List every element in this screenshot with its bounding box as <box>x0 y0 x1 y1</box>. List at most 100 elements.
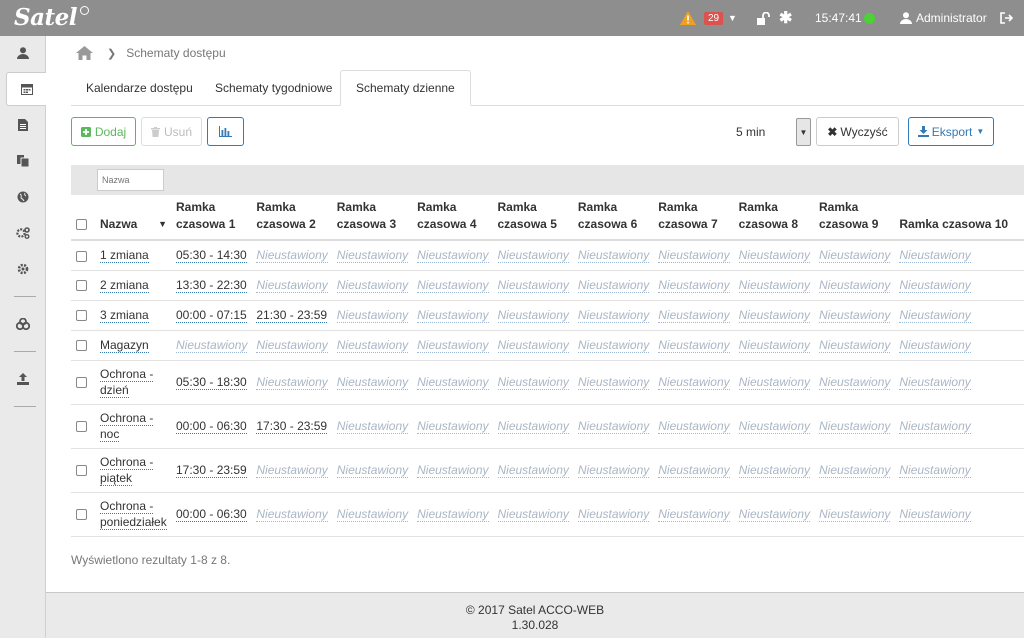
delete-button[interactable]: Usuń <box>141 117 202 146</box>
column-header-frame-5[interactable]: Ramka czasowa 5 <box>492 196 573 241</box>
time-frame-value[interactable]: Nieustawiony <box>336 507 409 522</box>
table-row[interactable]: Ochrona - poniedziałek 00:00 - 06:30 Nieus… <box>71 492 1024 537</box>
time-frame-value[interactable]: Nieustawiony <box>899 375 971 390</box>
time-frame-value[interactable]: 05:30 - 14:30 <box>176 248 247 264</box>
time-frame-value[interactable]: Nieustawiony <box>336 375 409 390</box>
refresh-interval-dropdown[interactable]: ▼ <box>796 118 811 146</box>
time-frame-value[interactable]: 00:00 - 07:15 <box>176 308 247 323</box>
time-frame-value[interactable]: Nieustawiony <box>899 419 971 434</box>
time-frame-value[interactable]: 17:30 - 23:59 <box>256 419 328 434</box>
time-frame-value[interactable]: Nieustawiony <box>256 338 328 353</box>
table-row[interactable]: 1 zmiana 05:30 - 14:30 Nieustawiony Nieusta… <box>71 240 1024 271</box>
time-frame-value[interactable]: 00:00 - 06:30 <box>176 419 247 434</box>
time-frame-value[interactable]: Nieustawiony <box>256 248 328 264</box>
warning-icon[interactable] <box>680 0 696 36</box>
time-frame-value[interactable]: Nieustawiony <box>738 308 810 323</box>
table-row[interactable]: Ochrona - noc 00:00 - 06:30 17:30 - 23:59 N… <box>71 404 1024 449</box>
time-frame-value[interactable]: Nieustawiony <box>738 419 810 434</box>
time-frame-value[interactable]: Nieustawiony <box>899 308 971 323</box>
time-frame-value[interactable]: Nieustawiony <box>256 507 328 522</box>
schedule-name-link[interactable]: 2 zmiana <box>100 278 149 293</box>
table-row[interactable]: 2 zmiana 13:30 - 22:30 Nieustawiony Nieusta… <box>71 270 1024 301</box>
time-frame-value[interactable]: Nieustawiony <box>819 419 891 434</box>
time-frame-value[interactable]: Nieustawiony <box>256 463 328 478</box>
home-icon[interactable] <box>76 46 93 60</box>
time-frame-value[interactable]: Nieustawiony <box>577 419 650 434</box>
tab-daily-schedules[interactable]: Schematy dzienne <box>340 70 471 106</box>
column-header-frame-8[interactable]: Ramka czasowa 8 <box>733 196 814 241</box>
table-row[interactable]: 3 zmiana 00:00 - 07:15 21:30 - 23:59 Nieust… <box>71 300 1024 331</box>
sidebar-item-schedules[interactable] <box>6 72 47 106</box>
sidebar-item-upload[interactable] <box>0 362 46 396</box>
row-checkbox[interactable] <box>76 509 87 521</box>
sidebar-item-copy[interactable] <box>0 144 46 178</box>
column-header-frame-1[interactable]: Ramka czasowa 1 <box>171 196 252 241</box>
schedule-name-link[interactable]: Ochrona - piątek <box>100 455 154 486</box>
time-frame-value[interactable]: Nieustawiony <box>256 278 328 293</box>
row-checkbox[interactable] <box>76 465 87 477</box>
time-frame-value[interactable]: Nieustawiony <box>336 338 409 353</box>
time-frame-value[interactable]: Nieustawiony <box>577 507 650 522</box>
time-frame-value[interactable]: Nieustawiony <box>738 375 810 390</box>
tab-weekly-schedules[interactable]: Schematy tygodniowe <box>200 70 347 106</box>
time-frame-value[interactable]: Nieustawiony <box>336 278 409 293</box>
time-frame-value[interactable]: Nieustawiony <box>417 248 489 264</box>
alert-count-badge[interactable]: 29 <box>704 0 724 36</box>
time-frame-value[interactable]: 17:30 - 23:59 <box>176 463 247 478</box>
column-header-frame-4[interactable]: Ramka czasowa 4 <box>412 196 493 241</box>
time-frame-value[interactable]: 13:30 - 22:30 <box>176 278 247 293</box>
table-row[interactable]: Ochrona - dzień 05:30 - 18:30 Nieustawiony… <box>71 360 1024 405</box>
row-checkbox[interactable] <box>76 377 87 389</box>
time-frame-value[interactable]: Nieustawiony <box>336 463 409 478</box>
column-header-frame-2[interactable]: Ramka czasowa 2 <box>251 196 332 241</box>
row-checkbox[interactable] <box>76 340 87 352</box>
time-frame-value[interactable]: Nieustawiony <box>658 507 730 522</box>
time-frame-value[interactable]: Nieustawiony <box>819 278 891 293</box>
time-frame-value[interactable]: Nieustawiony <box>658 463 730 478</box>
schedule-name-link[interactable]: 3 zmiana <box>100 308 149 323</box>
time-frame-value[interactable]: Nieustawiony <box>417 375 489 390</box>
time-frame-value[interactable]: Nieustawiony <box>336 308 409 323</box>
time-frame-value[interactable]: Nieustawiony <box>577 463 650 478</box>
time-frame-value[interactable]: Nieustawiony <box>819 463 891 478</box>
time-frame-value[interactable]: Nieustawiony <box>658 419 730 434</box>
time-frame-value[interactable]: Nieustawiony <box>417 338 489 353</box>
time-frame-value[interactable]: Nieustawiony <box>497 507 569 522</box>
time-frame-value[interactable]: Nieustawiony <box>738 463 810 478</box>
chart-button[interactable] <box>207 117 244 146</box>
schedule-name-link[interactable]: Ochrona - noc <box>100 411 154 442</box>
clear-button[interactable]: ✖ Wyczyść <box>816 117 899 146</box>
asterisk-icon[interactable]: ✱ <box>779 0 792 36</box>
time-frame-value[interactable]: Nieustawiony <box>899 278 971 293</box>
time-frame-value[interactable]: Nieustawiony <box>658 278 730 293</box>
time-frame-value[interactable]: 21:30 - 23:59 <box>256 308 328 323</box>
sidebar-item-modules[interactable] <box>0 307 46 341</box>
time-frame-value[interactable]: Nieustawiony <box>577 278 650 293</box>
sort-desc-icon[interactable]: ▼ <box>158 216 167 233</box>
time-frame-value[interactable]: Nieustawiony <box>658 338 730 353</box>
column-header-frame-6[interactable]: Ramka czasowa 6 <box>572 196 654 241</box>
time-frame-value[interactable]: Nieustawiony <box>658 248 730 264</box>
time-frame-value[interactable]: Nieustawiony <box>577 338 650 353</box>
time-frame-value[interactable]: Nieustawiony <box>738 338 810 353</box>
table-row[interactable]: Magazyn Nieustawiony Nieustawiony Nieustawi… <box>71 330 1024 361</box>
schedule-name-link[interactable]: Magazyn <box>100 338 149 353</box>
unlock-icon[interactable] <box>756 0 770 36</box>
select-all-checkbox[interactable] <box>76 219 87 231</box>
time-frame-value[interactable]: Nieustawiony <box>417 419 489 434</box>
schedule-name-link[interactable]: Ochrona - dzień <box>100 367 154 398</box>
schedule-name-link[interactable]: 1 zmiana <box>100 248 149 264</box>
time-frame-value[interactable]: Nieustawiony <box>417 507 489 522</box>
sidebar-item-users[interactable] <box>0 36 46 70</box>
tab-access-calendars[interactable]: Kalendarze dostępu <box>71 70 208 106</box>
logout-icon[interactable] <box>1000 0 1013 36</box>
time-frame-value[interactable]: Nieustawiony <box>738 248 810 264</box>
sidebar-item-globe[interactable] <box>0 180 46 214</box>
add-button[interactable]: Dodaj <box>71 117 136 146</box>
time-frame-value[interactable]: Nieustawiony <box>819 507 891 522</box>
column-header-frame-10[interactable]: Ramka czasowa 10 <box>894 196 1024 241</box>
time-frame-value[interactable]: Nieustawiony <box>899 507 971 522</box>
time-frame-value[interactable]: Nieustawiony <box>497 419 569 434</box>
time-frame-value[interactable]: Nieustawiony <box>497 278 569 293</box>
time-frame-value[interactable]: Nieustawiony <box>497 338 569 353</box>
